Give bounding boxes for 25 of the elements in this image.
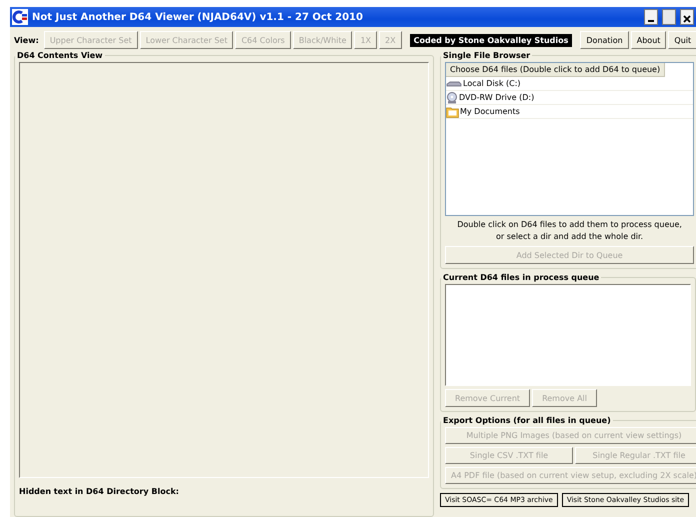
minimize-button[interactable]	[644, 9, 658, 25]
group-title: Current D64 files in process queue	[442, 273, 600, 282]
hidden-text-label: Hidden text in D64 Directory Block:	[19, 486, 180, 498]
file-list-item[interactable]: My Documents	[460, 107, 520, 116]
close-button[interactable]	[680, 9, 694, 25]
group-title: Single File Browser	[442, 51, 532, 60]
window-title: Not Just Another D64 Viewer (NJAD64V) v1.1 - 27 Oct 2010	[32, 12, 364, 22]
close-icon	[683, 14, 691, 24]
file-list-item[interactable]: Local Disk (C:)	[463, 79, 521, 88]
disc-drive-icon	[446, 92, 458, 104]
app-logo-icon	[12, 9, 28, 25]
browser-hint: Double click on D64 files to add them to process queue, or select a dir and add the whole dir.	[456, 219, 683, 243]
view-label: View:	[14, 36, 39, 44]
group-title: Export Options (for all files in queue)	[442, 416, 612, 425]
toolbar-button[interactable]: Quit	[668, 31, 696, 49]
file-list-item[interactable]: DVD-RW Drive (D:)	[459, 93, 534, 102]
column-header[interactable]: Choose D64 files (Double click to add D64 to queue)	[446, 63, 666, 77]
file-list[interactable]: Choose D64 files (Double click to add D64 to queue) Local Disk (C:) DVD-RW Drive (D:) My Documents	[445, 62, 694, 216]
toolbar-button[interactable]: Donation	[580, 31, 629, 49]
minimize-icon	[648, 20, 654, 24]
group-title: D64 Contents View	[16, 51, 104, 60]
credit-label: Coded by Stone Oakvalley Studios	[410, 34, 572, 46]
maximize-button[interactable]	[662, 9, 676, 25]
folder-icon	[446, 106, 459, 118]
toolbar-button[interactable]: About	[630, 31, 666, 49]
